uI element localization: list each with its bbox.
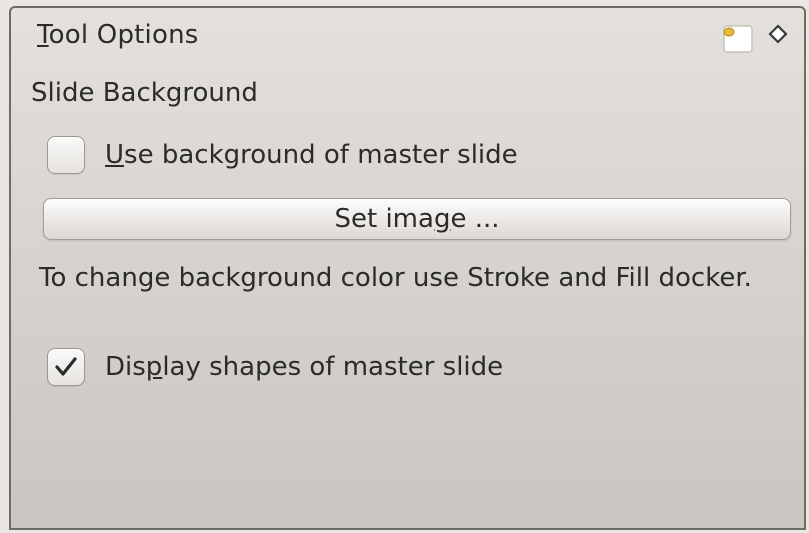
- title-text: ool Options: [48, 20, 199, 50]
- use-master-background-accel: U: [105, 140, 125, 170]
- close-docker-svg: [768, 24, 788, 44]
- float-docker-icon[interactable]: [721, 22, 757, 58]
- display-master-shapes-post: lay shapes of master slide: [162, 352, 504, 382]
- docker-title: Tool Options: [37, 20, 199, 50]
- use-master-background-row[interactable]: Use background of master slide: [47, 136, 518, 174]
- use-master-background-label[interactable]: Use background of master slide: [105, 140, 518, 170]
- set-image-accel: g: [433, 204, 451, 234]
- display-master-shapes-accel: p: [145, 352, 163, 382]
- set-image-text-post: e ...: [450, 204, 500, 234]
- close-docker-icon[interactable]: [763, 20, 793, 50]
- tool-options-docker: Tool Options Slide Background Use backgr…: [9, 6, 806, 530]
- set-image-button[interactable]: Set ima g e ...: [43, 198, 791, 240]
- float-docker-svg: [723, 25, 753, 53]
- set-image-text-pre: Set ima: [334, 204, 434, 234]
- use-master-background-text: se background of master slide: [124, 140, 518, 170]
- checkmark-icon: [55, 357, 77, 376]
- title-accelerator: T: [37, 20, 49, 50]
- section-label: Slide Background: [31, 78, 258, 108]
- display-master-shapes-pre: Dis: [105, 352, 146, 382]
- use-master-background-checkbox[interactable]: [47, 136, 85, 174]
- docker-title-bar[interactable]: Tool Options: [11, 8, 804, 58]
- display-master-shapes-checkbox[interactable]: [47, 348, 85, 386]
- display-master-shapes-label[interactable]: Display shapes of master slide: [105, 352, 503, 382]
- background-color-hint: To change background color use Stroke an…: [39, 263, 752, 293]
- display-master-shapes-row[interactable]: Display shapes of master slide: [47, 348, 503, 386]
